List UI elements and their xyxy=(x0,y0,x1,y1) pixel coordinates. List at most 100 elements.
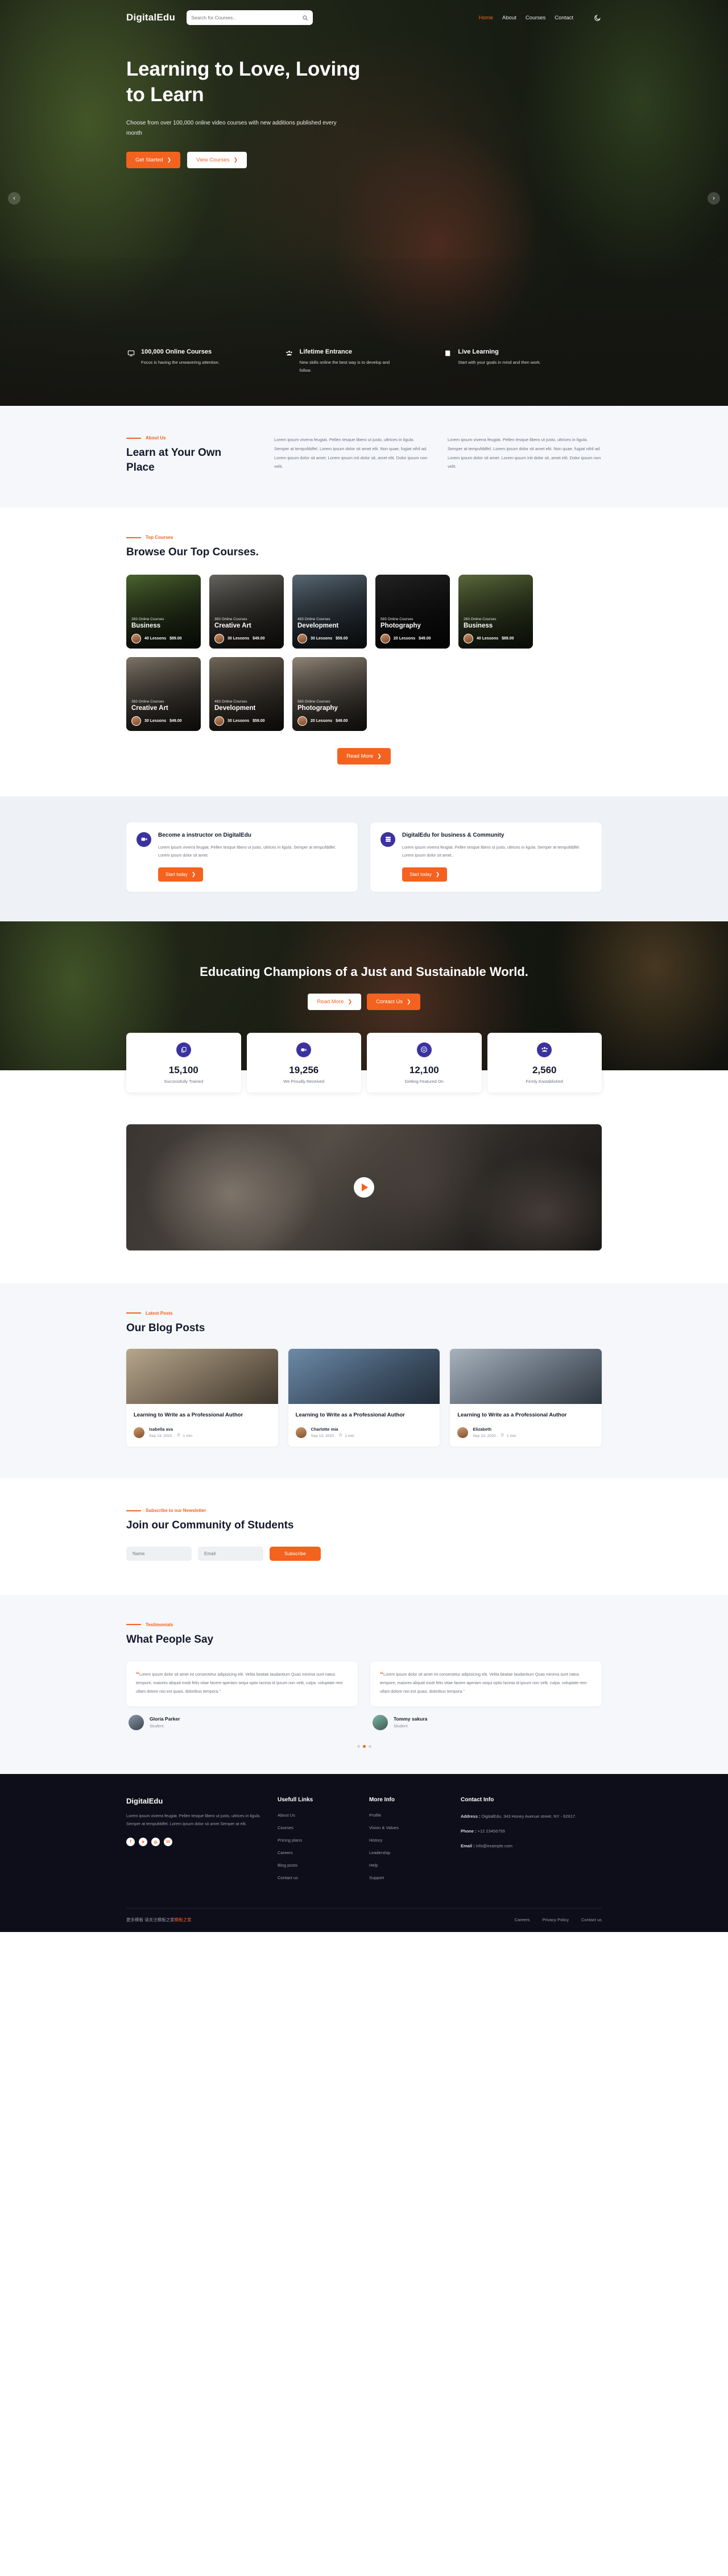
play-icon[interactable] xyxy=(354,1177,374,1198)
footer-link-careers[interactable]: Careers xyxy=(515,1917,530,1922)
nav-item-contact[interactable]: Contact xyxy=(555,15,573,21)
instructor-cta-card[interactable]: Become a instructor on DigitalEdu Lorem … xyxy=(126,822,358,892)
about-paragraph-2: Lorem ipsum viverra feugiat. Pellen tesq… xyxy=(448,437,601,470)
course-name: Creative Art xyxy=(131,704,168,712)
hero-section: DigitalEdu Home About Courses Contact ‹ … xyxy=(0,0,728,406)
blog-author: Charlotte mia xyxy=(311,1427,338,1432)
nav-item-home[interactable]: Home xyxy=(479,15,493,21)
course-card[interactable]: 383 Online Courses Creative Art 30 Lessons… xyxy=(209,574,284,649)
testimonial-quote: Lorem ipsum dolor sit amet int consectet… xyxy=(380,1672,587,1694)
footer-more-link-5[interactable]: Support xyxy=(369,1875,445,1880)
blog-date: Sep 13, 2020 . xyxy=(473,1434,498,1438)
course-price: $59.00 xyxy=(336,636,348,641)
footer-useful-link-3[interactable]: Careers xyxy=(278,1850,353,1855)
pager-dot-3[interactable] xyxy=(368,1744,371,1748)
footer-more-link-0[interactable]: Profile xyxy=(369,1813,445,1818)
feature-item: 100,000 Online Courses Focus is having t… xyxy=(126,348,285,374)
avatar xyxy=(214,633,224,643)
blog-card[interactable]: Learning to Write as a Professional Auth… xyxy=(126,1349,278,1447)
course-card[interactable]: 583 Online Courses Photography 20 Lessons $… xyxy=(292,657,367,731)
about-heading-block: About Us Learn at Your Own Place xyxy=(126,435,255,475)
feature-title: Lifetime Entrance xyxy=(299,348,352,355)
twitter-icon[interactable]: ✈ xyxy=(139,1838,147,1847)
course-name: Development xyxy=(297,622,339,629)
champions-contact-us-button[interactable]: Contact Us ❯ xyxy=(367,993,420,1010)
social-links: f ✈ ◎ in xyxy=(126,1838,262,1847)
video-player[interactable] xyxy=(126,1124,602,1250)
book-icon xyxy=(443,350,452,374)
avatar xyxy=(373,1714,388,1730)
courses-read-more-button[interactable]: Read More ❯ xyxy=(337,747,391,765)
business-cta-card[interactable]: DigitalEdu for business & Community Lore… xyxy=(370,822,602,892)
footer-useful-link-4[interactable]: Blog posts xyxy=(278,1863,353,1868)
nav-item-courses[interactable]: Courses xyxy=(526,15,545,21)
feature-title: 100,000 Online Courses xyxy=(141,348,212,355)
course-count: 283 Online Courses xyxy=(131,617,164,621)
top-courses-section: Top Courses Browse Our Top Courses. 283 … xyxy=(0,508,728,796)
search-input[interactable] xyxy=(191,15,303,20)
course-card[interactable]: 283 Online Courses Business 40 Lessons $89.… xyxy=(126,574,201,649)
footer-more-link-3[interactable]: Leadership xyxy=(369,1850,445,1855)
facebook-icon[interactable]: f xyxy=(126,1838,135,1847)
footer-useful-link-1[interactable]: Courses xyxy=(278,1825,353,1830)
course-card[interactable]: 483 Online Courses Development 30 Lessons $… xyxy=(292,574,367,649)
blog-eyebrow-label: Latest Posts xyxy=(146,1310,173,1316)
blog-card[interactable]: Learning to Write as a Professional Auth… xyxy=(288,1349,440,1447)
business-start-today-button[interactable]: Start today ❯ xyxy=(402,867,448,882)
testimonials-section: Testimonials What People Say “Lorem ipsu… xyxy=(0,1594,728,1774)
instructor-start-today-button[interactable]: Start today ❯ xyxy=(158,867,204,882)
hero-next-arrow[interactable]: › xyxy=(708,192,720,205)
chevron-right-icon: ❯ xyxy=(407,998,411,1004)
site-logo[interactable]: DigitalEdu xyxy=(126,12,175,23)
pager-dot-2[interactable] xyxy=(362,1744,366,1748)
courses-title: Browse Our Top Courses. xyxy=(126,546,259,559)
linkedin-icon[interactable]: in xyxy=(164,1838,172,1847)
search-box[interactable] xyxy=(187,10,313,25)
course-card[interactable]: 383 Online Courses Creative Art 30 Lessons… xyxy=(126,657,201,731)
course-card[interactable]: 583 Online Courses Photography 20 Lessons $… xyxy=(375,574,450,649)
course-card[interactable]: 283 Online Courses Business 40 Lessons $89.… xyxy=(458,574,533,649)
footer-link-contact-us[interactable]: Contact us xyxy=(581,1917,602,1922)
champions-read-more-button[interactable]: Read More ❯ xyxy=(308,993,361,1010)
moon-icon[interactable] xyxy=(593,13,602,22)
stat-value: 19,256 xyxy=(289,1064,319,1075)
footer-more-title: More Info xyxy=(369,1796,395,1803)
footer-useful-link-2[interactable]: Pricing plans xyxy=(278,1838,353,1843)
newsletter-name-input[interactable] xyxy=(126,1546,192,1561)
testimonial-pager xyxy=(126,1744,602,1748)
footer-copyright-link[interactable]: 模板之家 xyxy=(175,1917,192,1922)
top-navigation-bar: DigitalEdu Home About Courses Contact xyxy=(126,0,602,25)
course-card[interactable]: 483 Online Courses Development 30 Lessons $… xyxy=(209,657,284,731)
champions-read-more-label: Read More xyxy=(317,998,344,1005)
business-start-today-label: Start today xyxy=(410,871,432,877)
instagram-icon[interactable]: ◎ xyxy=(151,1838,160,1847)
blog-card-grid: Learning to Write as a Professional Auth… xyxy=(126,1349,602,1447)
get-started-button[interactable]: Get Started ❯ xyxy=(126,151,181,168)
footer-link-privacy-policy[interactable]: Privacy Policy xyxy=(542,1917,569,1922)
footer-more-link-4[interactable]: Help xyxy=(369,1863,445,1868)
footer-useful-link-0[interactable]: About Us xyxy=(278,1813,353,1818)
chevron-right-icon: ❯ xyxy=(191,871,196,877)
footer-more-link-1[interactable]: Vision & Values xyxy=(369,1825,445,1830)
avatar xyxy=(297,716,307,726)
stat-card: 2,560 Firmly Eastablished xyxy=(487,1032,602,1092)
chevron-right-icon: ❯ xyxy=(435,871,440,877)
newsletter-subscribe-button[interactable]: Subscribe xyxy=(270,1546,321,1561)
footer-useful-link-5[interactable]: Contact us xyxy=(278,1875,353,1880)
nav-item-about[interactable]: About xyxy=(502,15,516,21)
view-courses-button[interactable]: View Courses ❯ xyxy=(187,151,247,168)
blog-card[interactable]: Learning to Write as a Professional Auth… xyxy=(450,1349,602,1447)
course-price: $49.00 xyxy=(419,636,431,641)
blog-title: Our Blog Posts xyxy=(126,1322,205,1334)
clock-icon: ⏱ xyxy=(177,1434,180,1438)
blog-post-title: Learning to Write as a Professional Auth… xyxy=(457,1412,567,1419)
business-cta-title: DigitalEdu for business & Community xyxy=(402,832,504,838)
newsletter-email-input[interactable] xyxy=(198,1546,263,1561)
hero-prev-arrow[interactable]: ‹ xyxy=(8,192,20,205)
chevron-right-icon: ❯ xyxy=(167,156,172,163)
footer-phone: Phone : +12 23456799 xyxy=(461,1827,602,1835)
footer-more-link-2[interactable]: History xyxy=(369,1838,445,1843)
pager-dot-1[interactable] xyxy=(357,1744,360,1748)
blog-post-title: Learning to Write as a Professional Auth… xyxy=(134,1412,243,1419)
hero-subtitle: Choose from over 100,000 online video co… xyxy=(126,119,337,137)
